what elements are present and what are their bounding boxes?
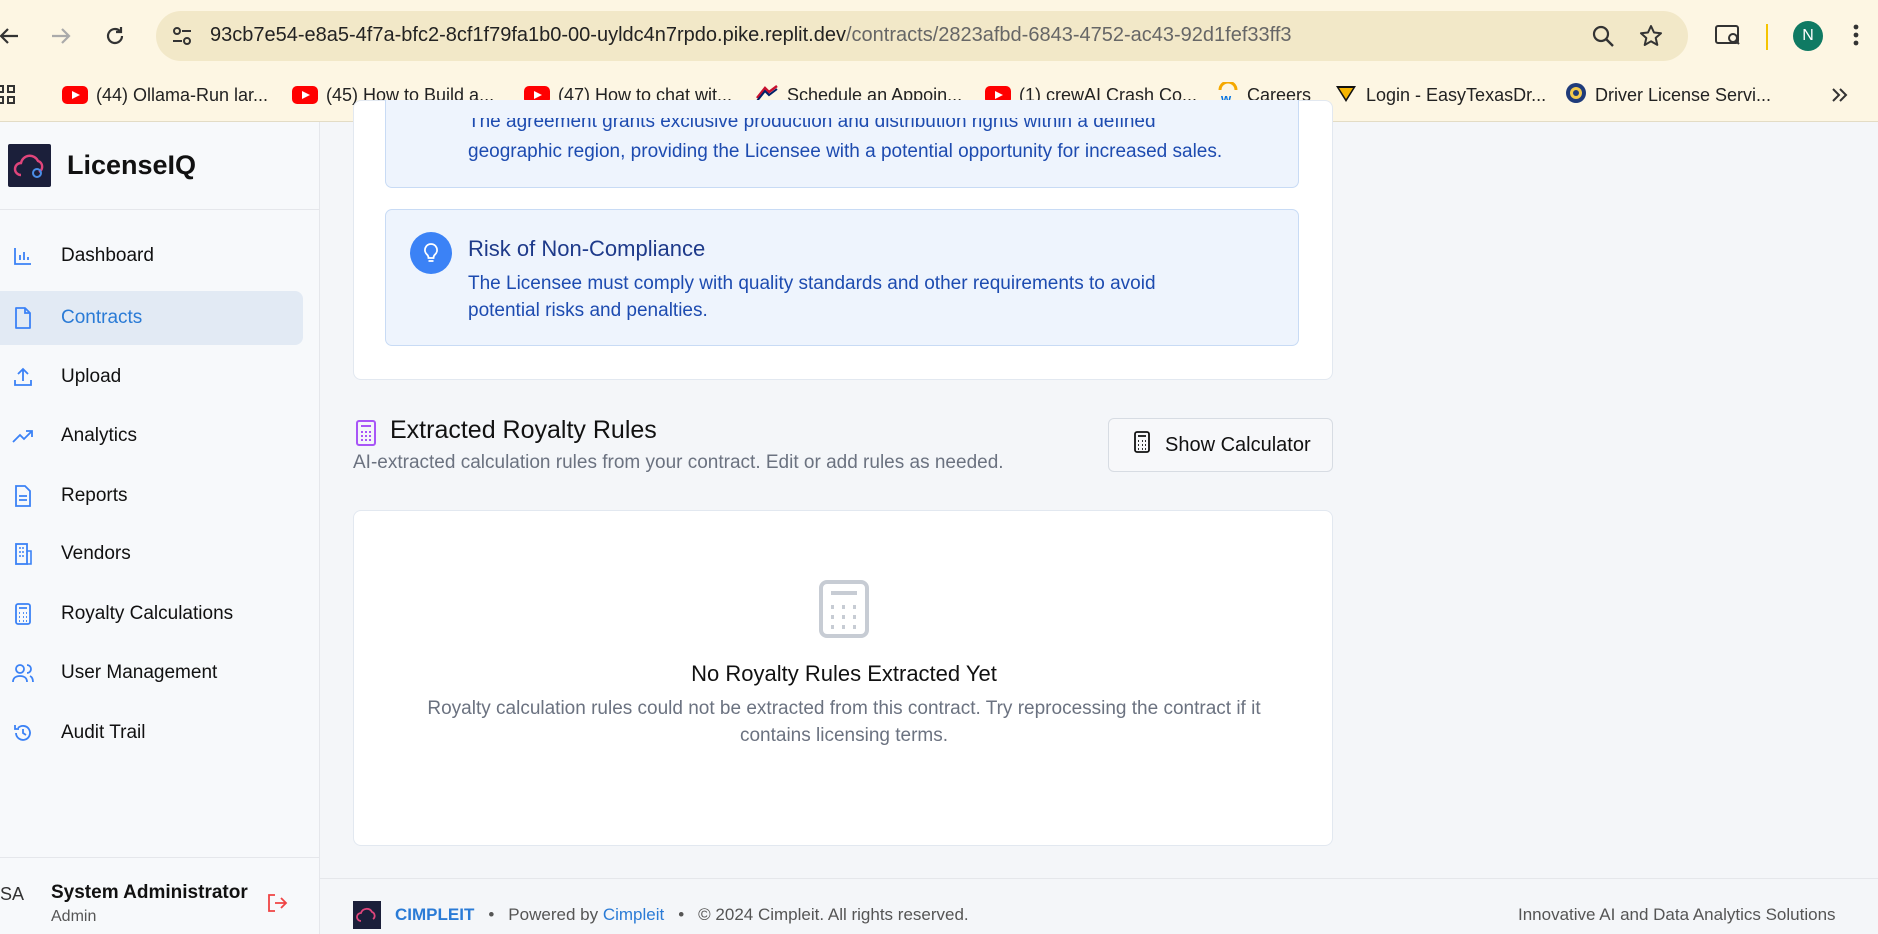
bookmark-item[interactable]: (44) Ollama-Run lar...	[62, 80, 268, 110]
calculator-icon	[818, 579, 870, 639]
back-icon[interactable]	[0, 18, 24, 54]
shield-icon	[1334, 82, 1358, 109]
browser-toolbar: 93cb7e54-e8a5-4f7a-bfc2-8cf1f79fa1b0-00-…	[0, 0, 1878, 70]
button-label: Show Calculator	[1165, 433, 1311, 456]
sidebar-item-dashboard[interactable]: Dashboard	[0, 229, 303, 283]
powered-by-text: Powered by Cimpleit	[508, 905, 664, 925]
url-text[interactable]: 93cb7e54-e8a5-4f7a-bfc2-8cf1f79fa1b0-00-…	[210, 24, 1292, 47]
toolbar-divider	[1766, 24, 1768, 50]
youtube-icon	[62, 86, 88, 104]
calculator-icon	[355, 420, 377, 446]
bookmark-item[interactable]: Login - EasyTexasDr...	[1334, 80, 1546, 110]
sidebar-item-label: Vendors	[61, 543, 131, 564]
avatar[interactable]: SA	[0, 884, 24, 905]
insight-text-line: potential risks and penalties.	[468, 300, 708, 321]
sidebar-item-label: Royalty Calculations	[61, 603, 234, 624]
cimpleit-link[interactable]: Cimpleit	[603, 905, 664, 924]
sidebar-item-upload[interactable]: Upload	[0, 350, 303, 404]
insight-text-line: geographic region, providing the License…	[468, 141, 1223, 162]
sidebar-item-label: Audit Trail	[61, 722, 146, 743]
upload-icon	[12, 366, 34, 388]
insight-item: The agreement grants exclusive productio…	[385, 100, 1299, 188]
logout-icon[interactable]	[266, 892, 288, 914]
sidebar-item-label: Upload	[61, 366, 122, 387]
sidebar-item-audit-trail[interactable]: Audit Trail	[0, 706, 303, 760]
footer-brand[interactable]: CIMPLEIT	[395, 905, 474, 925]
sidebar-item-label: Analytics	[61, 425, 138, 446]
show-calculator-button[interactable]: Show Calculator	[1108, 418, 1333, 472]
sidebar: LicenseIQ Dashboard Contracts Upload Ana…	[0, 122, 320, 934]
trending-up-icon	[12, 425, 34, 447]
cloud-logo-icon	[8, 144, 51, 187]
seal-icon	[1565, 82, 1587, 109]
footer-tagline: Innovative AI and Data Analytics Solutio…	[1518, 905, 1836, 924]
section-title: Extracted Royalty Rules	[390, 416, 657, 444]
empty-state-line: contains licensing terms.	[739, 725, 949, 746]
sidebar-item-label: Dashboard	[61, 245, 154, 266]
calculator-icon	[1133, 431, 1151, 459]
sidebar-item-label: User Management	[61, 662, 218, 683]
empty-state-title: No Royalty Rules Extracted Yet	[691, 661, 997, 686]
sidebar-item-analytics[interactable]: Analytics	[0, 409, 303, 463]
calculator-icon	[12, 603, 34, 625]
empty-state-card: No Royalty Rules Extracted Yet Royalty c…	[353, 510, 1333, 846]
insight-title: Risk of Non-Compliance	[468, 236, 706, 261]
brand[interactable]: LicenseIQ	[8, 144, 196, 187]
site-info-icon[interactable]	[170, 24, 194, 48]
users-icon	[12, 662, 34, 684]
document-icon	[12, 485, 34, 507]
forward-icon[interactable]	[46, 18, 76, 54]
brand-name: LicenseIQ	[67, 150, 197, 180]
divider	[320, 878, 1878, 879]
lightbulb-icon	[410, 232, 452, 274]
footer: CIMPLEIT • Powered by Cimpleit • © 2024 …	[353, 900, 969, 930]
insight-text-line: The Licensee must comply with quality st…	[468, 273, 1156, 294]
youtube-icon	[292, 86, 318, 104]
menu-icon[interactable]	[1840, 18, 1872, 52]
reload-icon[interactable]	[100, 18, 130, 54]
file-icon	[12, 307, 34, 329]
divider	[0, 209, 320, 210]
footer-dot: •	[678, 905, 685, 924]
zoom-icon[interactable]	[1590, 23, 1616, 49]
tab-search-icon[interactable]	[1712, 18, 1744, 52]
sidebar-item-royalty-calculations[interactable]: Royalty Calculations	[0, 587, 303, 641]
empty-state-text: Royalty calculation rules could not be e…	[384, 695, 1304, 749]
powered-by-prefix: Powered by	[508, 905, 599, 924]
bookmark-item[interactable]: Driver License Servi...	[1565, 80, 1771, 110]
sidebar-item-reports[interactable]: Reports	[0, 469, 303, 523]
building-icon	[12, 543, 34, 565]
user-role: Admin	[51, 908, 97, 925]
insight-text-line: The agreement grants exclusive productio…	[468, 111, 1156, 132]
insight-item: Risk of Non-Compliance The Licensee must…	[385, 209, 1299, 346]
address-bar[interactable]: 93cb7e54-e8a5-4f7a-bfc2-8cf1f79fa1b0-00-…	[156, 11, 1688, 61]
sidebar-item-user-management[interactable]: User Management	[0, 646, 303, 700]
sidebar-item-vendors[interactable]: Vendors	[0, 527, 303, 581]
profile-avatar[interactable]: N	[1793, 21, 1823, 51]
user-name: System Administrator	[51, 882, 248, 903]
sidebar-item-contracts[interactable]: Contracts	[0, 291, 303, 345]
more-bookmarks-icon[interactable]	[1830, 80, 1848, 110]
copyright: © 2024 Cimpleit. All rights reserved.	[698, 905, 969, 924]
sidebar-item-label: Contracts	[61, 307, 143, 328]
history-icon	[12, 722, 34, 744]
apps-icon[interactable]	[0, 80, 16, 110]
footer-dot: •	[488, 905, 495, 924]
bookmark-star-icon[interactable]	[1638, 23, 1664, 49]
cloud-logo-icon	[353, 901, 381, 929]
divider	[0, 857, 320, 858]
bar-chart-icon	[12, 245, 34, 267]
empty-state-line: Royalty calculation rules could not be e…	[427, 698, 1261, 719]
section-subtitle: AI-extracted calculation rules from your…	[353, 452, 1004, 473]
sidebar-item-label: Reports	[61, 485, 128, 506]
